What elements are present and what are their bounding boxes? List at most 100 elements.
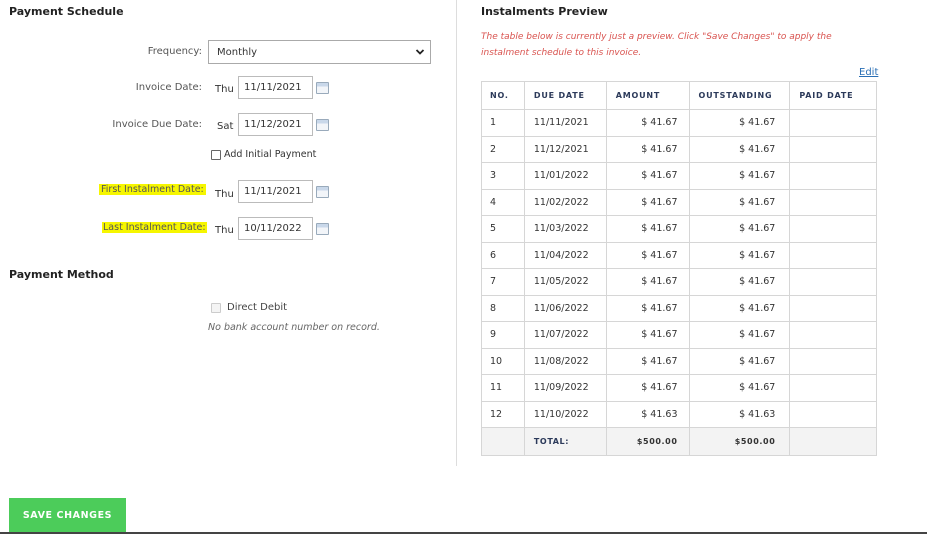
- row-outstanding: $ 41.67: [688, 109, 791, 137]
- row-paid-date: [789, 400, 877, 428]
- calendar-icon[interactable]: [316, 223, 329, 235]
- preview-note-line-2: instalment schedule to this invoice.: [481, 48, 642, 58]
- first-instalment-date-day: Thu: [215, 189, 234, 200]
- column-divider: [456, 0, 457, 466]
- row-due-date: 11/02/2022: [523, 188, 607, 216]
- frequency-select[interactable]: Monthly: [208, 40, 431, 64]
- first-instalment-date-field[interactable]: 11/11/2021: [238, 180, 313, 203]
- calendar-icon[interactable]: [316, 119, 329, 131]
- table-row: 9 11/07/2022 $ 41.67 $ 41.67: [481, 321, 877, 349]
- row-due-date: 11/01/2022: [523, 162, 607, 190]
- header-paid-date: PAID DATE: [789, 81, 877, 110]
- table-row: 12 11/10/2022 $ 41.63 $ 41.63: [481, 400, 877, 428]
- row-no: 8: [481, 294, 525, 322]
- row-paid-date: [789, 294, 877, 322]
- invoice-date-label: Invoice Date:: [135, 82, 202, 93]
- table-row: 8 11/06/2022 $ 41.67 $ 41.67: [481, 294, 877, 322]
- table-row: 3 11/01/2022 $ 41.67 $ 41.67: [481, 162, 877, 190]
- add-initial-payment-checkbox[interactable]: [211, 149, 221, 160]
- row-amount: $ 41.67: [605, 188, 690, 216]
- calendar-icon[interactable]: [316, 82, 329, 94]
- no-bank-account-note: No bank account number on record.: [208, 322, 380, 333]
- add-initial-payment-label: Add Initial Payment: [224, 149, 317, 160]
- row-no: 9: [481, 321, 525, 349]
- row-outstanding: $ 41.63: [688, 400, 791, 428]
- row-due-date: 11/12/2021: [523, 135, 607, 163]
- row-due-date: 11/03/2022: [523, 215, 607, 243]
- row-amount: $ 41.67: [605, 374, 690, 402]
- row-no: 4: [481, 188, 525, 216]
- total-empty-cell: [481, 427, 525, 456]
- row-no: 2: [481, 135, 525, 163]
- invoice-date-day: Thu: [215, 84, 234, 95]
- total-outstanding: $500.00: [688, 427, 791, 456]
- invoice-due-date-field[interactable]: 11/12/2021: [238, 113, 313, 136]
- header-amount: AMOUNT: [605, 81, 690, 110]
- row-amount: $ 41.67: [605, 294, 690, 322]
- first-instalment-date-label: First Instalment Date:: [99, 184, 206, 195]
- add-initial-payment[interactable]: Add Initial Payment: [211, 149, 316, 160]
- row-no: 12: [481, 400, 525, 428]
- row-paid-date: [789, 135, 877, 163]
- row-outstanding: $ 41.67: [688, 135, 791, 163]
- table-row: 10 11/08/2022 $ 41.67 $ 41.67: [481, 347, 877, 375]
- direct-debit-option[interactable]: Direct Debit: [211, 302, 287, 313]
- last-instalment-date-label: Last Instalment Date:: [102, 222, 207, 233]
- row-outstanding: $ 41.67: [688, 241, 791, 269]
- table-row: 5 11/03/2022 $ 41.67 $ 41.67: [481, 215, 877, 243]
- row-outstanding: $ 41.67: [688, 268, 791, 296]
- instalments-preview-title: Instalments Preview: [481, 5, 608, 18]
- row-due-date: 11/05/2022: [523, 268, 607, 296]
- row-outstanding: $ 41.67: [688, 374, 791, 402]
- frequency-select-wrap[interactable]: Monthly: [208, 40, 431, 64]
- total-amount: $500.00: [605, 427, 690, 456]
- edit-link[interactable]: Edit: [859, 67, 878, 78]
- row-no: 3: [481, 162, 525, 190]
- row-due-date: 11/06/2022: [523, 294, 607, 322]
- row-paid-date: [789, 241, 877, 269]
- row-due-date: 11/08/2022: [523, 347, 607, 375]
- row-amount: $ 41.67: [605, 135, 690, 163]
- row-outstanding: $ 41.67: [688, 347, 791, 375]
- total-paid-date-cell: [789, 427, 877, 456]
- row-due-date: 11/04/2022: [523, 241, 607, 269]
- row-due-date: 11/10/2022: [523, 400, 607, 428]
- table-row: 2 11/12/2021 $ 41.67 $ 41.67: [481, 135, 877, 163]
- row-paid-date: [789, 268, 877, 296]
- row-amount: $ 41.67: [605, 321, 690, 349]
- row-amount: $ 41.67: [605, 241, 690, 269]
- row-outstanding: $ 41.67: [688, 162, 791, 190]
- row-due-date: 11/11/2021: [523, 109, 607, 137]
- row-amount: $ 41.67: [605, 162, 690, 190]
- row-amount: $ 41.67: [605, 109, 690, 137]
- invoice-date-field[interactable]: 11/11/2021: [238, 76, 313, 99]
- last-instalment-date-field[interactable]: 10/11/2022: [238, 217, 313, 240]
- table-row: 6 11/04/2022 $ 41.67 $ 41.67: [481, 241, 877, 269]
- table-header-row: NO. DUE DATE AMOUNT OUTSTANDING PAID DAT…: [481, 81, 877, 110]
- row-paid-date: [789, 162, 877, 190]
- row-amount: $ 41.67: [605, 215, 690, 243]
- header-due-date: DUE DATE: [523, 81, 607, 110]
- calendar-icon[interactable]: [316, 186, 329, 198]
- direct-debit-checkbox[interactable]: [211, 302, 221, 313]
- row-no: 6: [481, 241, 525, 269]
- row-due-date: 11/09/2022: [523, 374, 607, 402]
- row-amount: $ 41.67: [605, 347, 690, 375]
- row-no: 7: [481, 268, 525, 296]
- invoice-due-date-label: Invoice Due Date:: [112, 119, 202, 130]
- row-amount: $ 41.67: [605, 268, 690, 296]
- row-outstanding: $ 41.67: [688, 294, 791, 322]
- row-paid-date: [789, 347, 877, 375]
- row-outstanding: $ 41.67: [688, 188, 791, 216]
- header-no: NO.: [481, 81, 525, 110]
- payment-method-title: Payment Method: [9, 268, 114, 281]
- row-paid-date: [789, 374, 877, 402]
- header-outstanding: OUTSTANDING: [688, 81, 791, 110]
- row-no: 5: [481, 215, 525, 243]
- frequency-label: Frequency:: [147, 46, 202, 57]
- payment-schedule-title: Payment Schedule: [9, 5, 124, 18]
- save-changes-button[interactable]: SAVE CHANGES: [9, 498, 126, 532]
- invoice-due-date-day: Sat: [217, 121, 234, 132]
- table-total-row: TOTAL: $500.00 $500.00: [481, 427, 877, 456]
- total-label: TOTAL:: [523, 427, 607, 456]
